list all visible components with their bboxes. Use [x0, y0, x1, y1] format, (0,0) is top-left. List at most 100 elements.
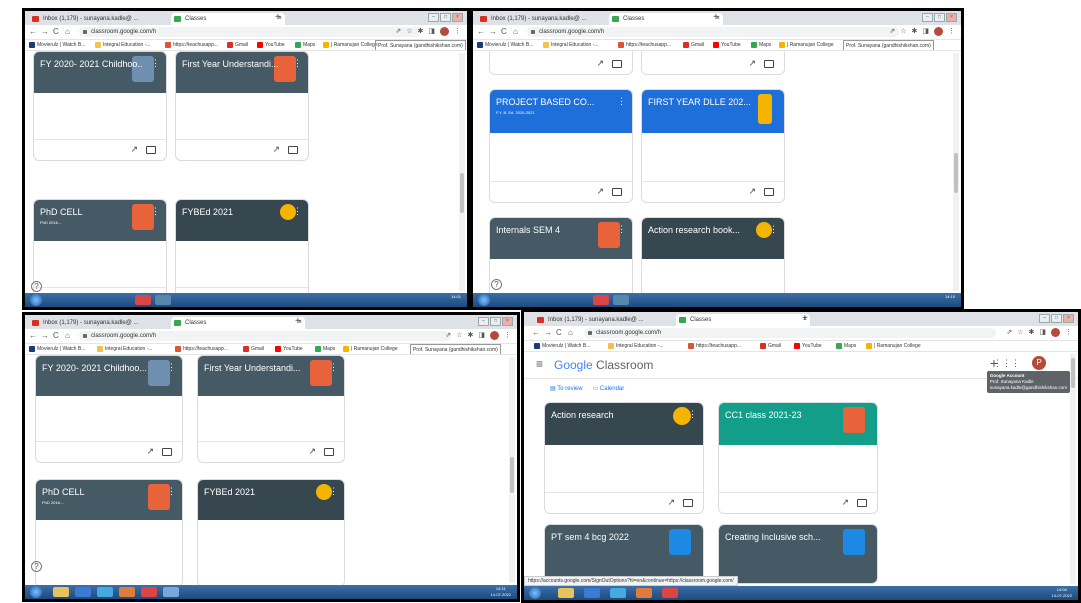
more-icon[interactable]: ⋮ [948, 27, 955, 37]
scrollbar[interactable] [953, 53, 959, 291]
more-icon[interactable]: ⋮ [504, 331, 511, 341]
minimize-button[interactable]: – [1039, 314, 1050, 323]
taskbar-app-icon[interactable] [558, 588, 574, 598]
new-tab-button[interactable]: + [802, 313, 808, 325]
profile-icon[interactable] [934, 27, 943, 36]
class-menu-icon[interactable]: ⋮ [167, 486, 176, 497]
extensions-icon[interactable]: ✱ [912, 27, 918, 37]
class-card[interactable]: FY 2020- 2021 Childhoo... ⋮ ↗ [35, 355, 183, 463]
home-button[interactable]: ⌂ [65, 330, 70, 342]
folder-icon[interactable] [764, 188, 774, 196]
star-icon[interactable]: ☆ [900, 27, 906, 37]
bookmark[interactable]: https://teachusapp... [618, 40, 671, 50]
close-window-button[interactable]: × [946, 13, 957, 22]
new-tab-button[interactable]: + [713, 12, 719, 24]
maximize-button[interactable]: □ [1051, 314, 1062, 323]
class-menu-icon[interactable]: ⋮ [293, 58, 302, 69]
class-title[interactable]: FYBEd 2021 [182, 207, 284, 217]
class-card[interactable]: FYBEd 2021 ⋮ ↗ [175, 199, 309, 293]
main-menu-icon[interactable]: ≡ [536, 357, 543, 371]
bookmark[interactable]: | Ramanujan College [866, 341, 921, 351]
class-card[interactable]: First Year Understandi... ⋮ ↗ [197, 355, 345, 463]
class-card[interactable]: Internals SEM 4 ⋮ [489, 217, 633, 293]
help-icon[interactable]: ? [31, 561, 42, 572]
more-icon[interactable]: ⋮ [454, 27, 461, 37]
reload-button[interactable]: C [53, 26, 59, 38]
minimize-button[interactable]: – [922, 13, 933, 22]
class-card-partial[interactable]: ↗ [489, 51, 633, 75]
trend-icon[interactable]: ↗ [130, 144, 138, 155]
extensions-icon[interactable]: ✱ [418, 27, 424, 37]
close-window-button[interactable]: × [1063, 314, 1074, 323]
star-icon[interactable]: ☆ [1017, 328, 1023, 338]
class-title[interactable]: Internals SEM 4 [496, 225, 608, 235]
class-title[interactable]: FY 2020- 2021 Childhoo... [42, 363, 158, 373]
tab-gmail[interactable]: Inbox (1,179) - sunayana.kadle@ ... × [477, 13, 621, 25]
back-button[interactable]: ← [477, 26, 485, 38]
bookmark[interactable]: Integral Education -... [608, 341, 664, 351]
class-card[interactable]: Action research ⋮ ↗ [544, 402, 704, 514]
minimize-button[interactable]: – [428, 13, 439, 22]
bookmark[interactable]: | Ramanujan College [343, 344, 398, 354]
reload-button[interactable]: C [53, 330, 59, 342]
tab-gmail[interactable]: Inbox (1,179) - sunayana.kadle@ ... × [29, 13, 183, 25]
tab-classes[interactable]: Classes × [171, 13, 285, 25]
share-icon[interactable]: ⇗ [1006, 328, 1012, 338]
tab-classes[interactable]: Classes × [676, 314, 810, 326]
bookmark[interactable]: https://teachusapp... [165, 40, 218, 50]
maximize-button[interactable]: □ [490, 317, 501, 326]
classroom-logo[interactable]: Google Classroom [554, 358, 653, 372]
bookmark[interactable]: Maps [295, 40, 315, 50]
home-button[interactable]: ⌂ [65, 26, 70, 38]
class-menu-icon[interactable]: ⋮ [329, 362, 338, 373]
start-button[interactable] [478, 294, 490, 306]
bookmark[interactable]: https://teachusapp... [175, 344, 228, 354]
class-title[interactable]: First Year Understandi... [182, 59, 284, 69]
trend-icon[interactable]: ↗ [596, 186, 604, 197]
reload-button[interactable]: C [501, 26, 507, 38]
calendar-link[interactable]: ▭ Calendar [593, 385, 625, 392]
back-button[interactable]: ← [532, 327, 540, 339]
class-card[interactable]: PROJECT BASED CO... F.Y. B. Ed. 2020-202… [489, 89, 633, 203]
taskbar-app-icon[interactable] [610, 588, 626, 598]
bookmark[interactable]: Maps [315, 344, 335, 354]
taskbar-app-icon[interactable] [662, 588, 678, 598]
taskbar-app-icon[interactable] [75, 587, 91, 597]
split-icon[interactable]: ◨ [478, 331, 485, 341]
taskbar-app-icon[interactable] [53, 587, 69, 597]
folder-icon[interactable] [764, 60, 774, 68]
bookmark[interactable]: Gmail [227, 40, 248, 50]
scrollbar[interactable] [509, 357, 515, 583]
taskbar-app-icon[interactable] [155, 295, 171, 305]
class-card[interactable]: Action research book... ⋮ [641, 217, 785, 293]
split-icon[interactable]: ◨ [922, 27, 929, 37]
taskbar-app-icon[interactable] [636, 588, 652, 598]
bookmark[interactable]: Integral Education -... [95, 40, 151, 50]
extensions-icon[interactable]: ✱ [468, 331, 474, 341]
address-bar[interactable]: classroom.google.com/h [584, 328, 996, 338]
class-menu-icon[interactable]: ⋮ [293, 206, 302, 217]
close-window-button[interactable]: × [502, 317, 513, 326]
tab-classes[interactable]: Classes × [171, 317, 305, 329]
split-icon[interactable]: ◨ [1039, 328, 1046, 338]
back-button[interactable]: ← [29, 330, 37, 342]
class-title[interactable]: Action research book... [648, 225, 760, 235]
folder-icon[interactable] [612, 188, 622, 196]
folder-icon[interactable] [683, 499, 693, 507]
scrollbar-thumb[interactable] [460, 173, 464, 213]
class-title[interactable]: FIRST YEAR DLLE 202... [648, 97, 760, 107]
taskbar-app-icon[interactable] [584, 588, 600, 598]
maximize-button[interactable]: □ [934, 13, 945, 22]
bookmark[interactable]: Maps [836, 341, 856, 351]
class-card[interactable]: CC1 class 2021-23 ↗ [718, 402, 878, 514]
class-card[interactable]: Creating Inclusive sch... [718, 524, 878, 584]
bookmark[interactable]: Movierulz | Watch B... [29, 40, 85, 50]
bookmark[interactable]: Maps [751, 40, 771, 50]
bookmark[interactable]: Gmail [683, 40, 704, 50]
profile-icon[interactable] [1051, 328, 1060, 337]
class-card[interactable]: FIRST YEAR DLLE 202... ↗ [641, 89, 785, 203]
class-card-partial[interactable]: ↗ [641, 51, 785, 75]
class-title[interactable]: PhD CELL [40, 207, 142, 217]
bookmark[interactable]: Integral Education -... [97, 344, 153, 354]
forward-button[interactable]: → [41, 26, 49, 38]
